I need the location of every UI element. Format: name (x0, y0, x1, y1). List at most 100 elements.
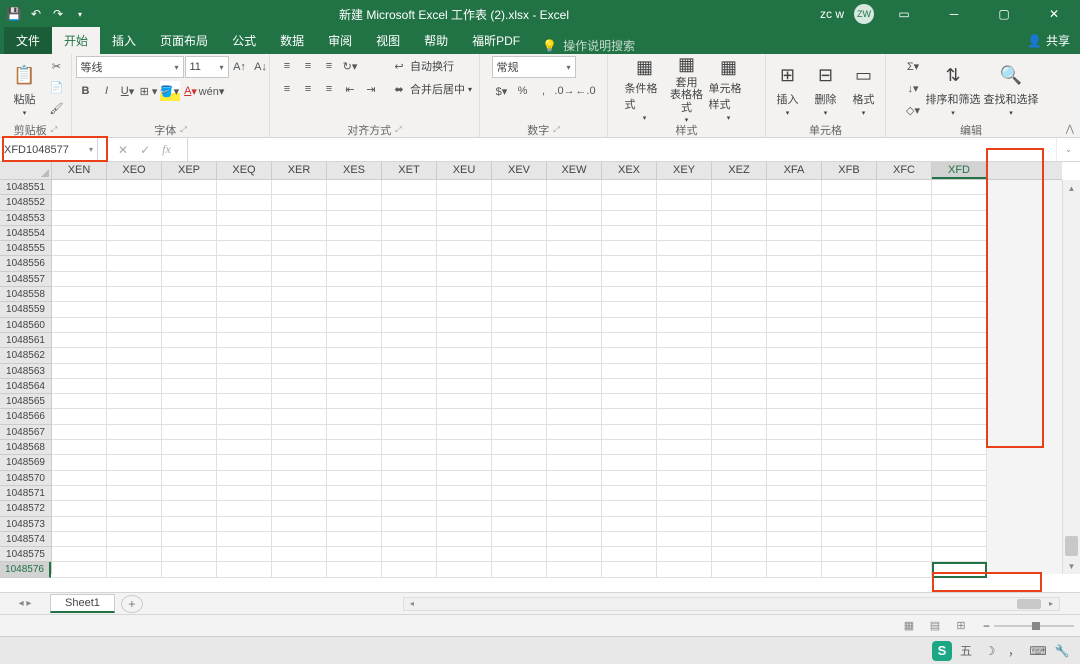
cell[interactable] (547, 180, 602, 195)
select-all-corner[interactable] (0, 162, 52, 180)
cell[interactable] (272, 364, 327, 379)
cell[interactable] (327, 471, 382, 486)
cell[interactable] (767, 394, 822, 409)
share-button[interactable]: 👤 共享 (1017, 27, 1080, 54)
cell[interactable] (162, 256, 217, 271)
col-header-XEN[interactable]: XEN (52, 162, 107, 179)
cell[interactable] (107, 379, 162, 394)
cell[interactable] (382, 302, 437, 317)
font-size-select[interactable]: 11▾ (185, 56, 229, 78)
cell[interactable] (327, 562, 382, 577)
cell[interactable] (382, 501, 437, 516)
cell[interactable] (932, 180, 987, 195)
cell[interactable] (602, 364, 657, 379)
cell[interactable] (52, 471, 107, 486)
cell[interactable] (437, 425, 492, 440)
cell[interactable] (217, 211, 272, 226)
decrease-font-icon[interactable]: A↓ (251, 57, 271, 77)
cell[interactable] (162, 501, 217, 516)
cell[interactable] (767, 547, 822, 562)
cell[interactable] (492, 302, 547, 317)
cell[interactable] (382, 287, 437, 302)
cell[interactable] (52, 180, 107, 195)
cell[interactable] (107, 364, 162, 379)
cell[interactable] (712, 440, 767, 455)
cell[interactable] (767, 425, 822, 440)
cell[interactable] (327, 180, 382, 195)
merge-center-button[interactable]: ⬌合并后居中▾ (389, 79, 472, 99)
cell[interactable] (877, 517, 932, 532)
row-header-1048567[interactable]: 1048567 (0, 425, 51, 440)
cell[interactable] (602, 318, 657, 333)
cell[interactable] (712, 180, 767, 195)
cell[interactable] (272, 409, 327, 424)
cell[interactable] (877, 455, 932, 470)
cell[interactable] (492, 272, 547, 287)
format-as-table-button[interactable]: ▦套用 表格格式▾ (667, 56, 707, 122)
cell[interactable] (602, 440, 657, 455)
cell[interactable] (107, 455, 162, 470)
cell[interactable] (767, 287, 822, 302)
cell[interactable] (327, 211, 382, 226)
bold-button[interactable]: B (76, 81, 96, 101)
cell[interactable] (217, 226, 272, 241)
cell[interactable] (932, 287, 987, 302)
cell[interactable] (657, 440, 712, 455)
enter-icon[interactable]: ✓ (140, 143, 150, 157)
cell[interactable] (492, 256, 547, 271)
cell[interactable] (107, 287, 162, 302)
cell[interactable] (52, 440, 107, 455)
cell[interactable] (327, 287, 382, 302)
row-header-1048555[interactable]: 1048555 (0, 241, 51, 256)
cell[interactable] (492, 409, 547, 424)
cell[interactable] (327, 394, 382, 409)
cell[interactable] (107, 562, 162, 577)
cell[interactable] (272, 195, 327, 210)
cell[interactable] (437, 379, 492, 394)
ribbon-options-icon[interactable]: ▭ (884, 0, 924, 28)
phonetic-button[interactable]: wén▾ (202, 81, 222, 101)
cell[interactable] (52, 241, 107, 256)
cell[interactable] (492, 394, 547, 409)
cell[interactable] (602, 180, 657, 195)
cell[interactable] (162, 348, 217, 363)
cell[interactable] (547, 379, 602, 394)
cell[interactable] (162, 532, 217, 547)
cell[interactable] (657, 532, 712, 547)
cell[interactable] (382, 440, 437, 455)
cell[interactable] (437, 318, 492, 333)
cell[interactable] (822, 562, 877, 577)
cell[interactable] (107, 180, 162, 195)
cell[interactable] (382, 471, 437, 486)
row-header-1048568[interactable]: 1048568 (0, 440, 51, 455)
row-header-1048551[interactable]: 1048551 (0, 180, 51, 195)
row-header-1048572[interactable]: 1048572 (0, 501, 51, 516)
cell[interactable] (272, 501, 327, 516)
cell[interactable] (52, 272, 107, 287)
cell[interactable] (52, 211, 107, 226)
cell[interactable] (52, 547, 107, 562)
cell[interactable] (767, 501, 822, 516)
cell[interactable] (547, 195, 602, 210)
cell[interactable] (547, 501, 602, 516)
col-header-XES[interactable]: XES (327, 162, 382, 179)
cell[interactable] (877, 440, 932, 455)
tab-layout[interactable]: 页面布局 (148, 27, 220, 54)
cell[interactable] (712, 287, 767, 302)
cell[interactable] (932, 348, 987, 363)
cell[interactable] (602, 195, 657, 210)
cell[interactable] (712, 501, 767, 516)
cell[interactable] (547, 547, 602, 562)
cell[interactable] (437, 562, 492, 577)
cell[interactable] (437, 272, 492, 287)
cell[interactable] (547, 287, 602, 302)
cell[interactable] (107, 211, 162, 226)
cell[interactable] (657, 364, 712, 379)
cell[interactable] (382, 272, 437, 287)
fill-color-button[interactable]: 🪣▾ (160, 81, 180, 101)
sheet-nav[interactable]: ◂ ▸ (0, 598, 50, 609)
fill-icon[interactable]: ↓▾ (903, 78, 923, 98)
cell[interactable] (602, 333, 657, 348)
cell[interactable] (162, 471, 217, 486)
scroll-up-icon[interactable]: ▲ (1063, 180, 1080, 196)
